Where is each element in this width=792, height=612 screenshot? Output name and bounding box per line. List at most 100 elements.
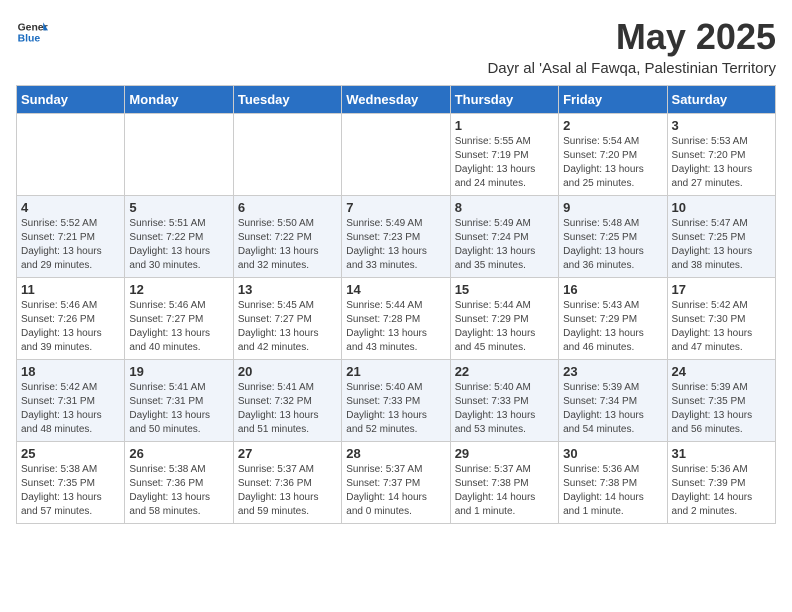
- day-info: Sunrise: 5:40 AM Sunset: 7:33 PM Dayligh…: [455, 381, 554, 437]
- calendar: SundayMondayTuesdayWednesdayThursdayFrid…: [16, 85, 776, 524]
- logo: General Blue: [16, 16, 48, 48]
- day-number: 25: [21, 446, 120, 461]
- day-cell: 3Sunrise: 5:53 AM Sunset: 7:20 PM Daylig…: [667, 114, 775, 196]
- day-number: 7: [346, 200, 445, 215]
- day-number: 22: [455, 364, 554, 379]
- day-number: 15: [455, 282, 554, 297]
- day-number: 19: [129, 364, 228, 379]
- day-number: 16: [563, 282, 662, 297]
- day-info: Sunrise: 5:40 AM Sunset: 7:33 PM Dayligh…: [346, 381, 445, 437]
- day-cell: 25Sunrise: 5:38 AM Sunset: 7:35 PM Dayli…: [17, 442, 125, 524]
- day-number: 18: [21, 364, 120, 379]
- day-number: 28: [346, 446, 445, 461]
- day-number: 6: [238, 200, 337, 215]
- month-title: May 2025: [487, 16, 776, 58]
- day-cell: 29 Sunrise: 5:37 AM Sunset: 7:38 PM Dayli…: [450, 442, 558, 524]
- day-cell: 18Sunrise: 5:42 AM Sunset: 7:31 PM Dayli…: [17, 360, 125, 442]
- day-cell: 16 Sunrise: 5:43 AM Sunset: 7:29 PM Dayli…: [559, 278, 667, 360]
- day-cell: [233, 114, 341, 196]
- day-info: Sunrise: 5:39 AM Sunset: 7:35 PM Dayligh…: [672, 381, 771, 437]
- day-cell: 19 Sunrise: 5:41 AM Sunset: 7:31 PM Dayli…: [125, 360, 233, 442]
- day-number: 29: [455, 446, 554, 461]
- day-number: 5: [129, 200, 228, 215]
- day-number: 21: [346, 364, 445, 379]
- day-info: Sunrise: 5:51 AM Sunset: 7:22 PM Dayligh…: [129, 217, 228, 273]
- day-info: Sunrise: 5:46 AM Sunset: 7:26 PM Dayligh…: [21, 299, 120, 355]
- logo-icon: General Blue: [16, 16, 48, 48]
- svg-text:Blue: Blue: [18, 34, 41, 45]
- header-saturday: Saturday: [667, 86, 775, 114]
- day-info: Sunrise: 5:46 AM Sunset: 7:27 PM Dayligh…: [129, 299, 228, 355]
- day-cell: 17 Sunrise: 5:42 AM Sunset: 7:30 PM Dayli…: [667, 278, 775, 360]
- day-number: 14: [346, 282, 445, 297]
- day-cell: 1Sunrise: 5:55 AM Sunset: 7:19 PM Daylig…: [450, 114, 558, 196]
- day-info: Sunrise: 5:52 AM Sunset: 7:21 PM Dayligh…: [21, 217, 120, 273]
- day-info: Sunrise: 5:44 AM Sunset: 7:29 PM Dayligh…: [455, 299, 554, 355]
- day-number: 17: [672, 282, 771, 297]
- header-tuesday: Tuesday: [233, 86, 341, 114]
- day-info: Sunrise: 5:37 AM Sunset: 7:38 PM Dayligh…: [455, 463, 554, 519]
- title-section: May 2025 Dayr al 'Asal al Fawqa, Palesti…: [487, 16, 776, 77]
- day-cell: 28 Sunrise: 5:37 AM Sunset: 7:37 PM Dayli…: [342, 442, 450, 524]
- day-cell: 12Sunrise: 5:46 AM Sunset: 7:27 PM Dayli…: [125, 278, 233, 360]
- day-cell: 2Sunrise: 5:54 AM Sunset: 7:20 PM Daylig…: [559, 114, 667, 196]
- day-cell: 4 Sunrise: 5:52 AM Sunset: 7:21 PM Daylig…: [17, 196, 125, 278]
- day-cell: 21 Sunrise: 5:40 AM Sunset: 7:33 PM Dayli…: [342, 360, 450, 442]
- day-number: 11: [21, 282, 120, 297]
- day-info: Sunrise: 5:39 AM Sunset: 7:34 PM Dayligh…: [563, 381, 662, 437]
- day-cell: [17, 114, 125, 196]
- day-number: 13: [238, 282, 337, 297]
- week-row-4: 18Sunrise: 5:42 AM Sunset: 7:31 PM Dayli…: [17, 360, 776, 442]
- day-number: 3: [672, 118, 771, 133]
- day-number: 31: [672, 446, 771, 461]
- day-cell: 22 Sunrise: 5:40 AM Sunset: 7:33 PM Dayli…: [450, 360, 558, 442]
- day-cell: 20 Sunrise: 5:41 AM Sunset: 7:32 PM Dayli…: [233, 360, 341, 442]
- day-cell: 30 Sunrise: 5:36 AM Sunset: 7:38 PM Dayli…: [559, 442, 667, 524]
- day-cell: 11 Sunrise: 5:46 AM Sunset: 7:26 PM Dayli…: [17, 278, 125, 360]
- week-row-1: 1Sunrise: 5:55 AM Sunset: 7:19 PM Daylig…: [17, 114, 776, 196]
- day-info: Sunrise: 5:49 AM Sunset: 7:24 PM Dayligh…: [455, 217, 554, 273]
- day-number: 2: [563, 118, 662, 133]
- location-title: Dayr al 'Asal al Fawqa, Palestinian Terr…: [487, 60, 776, 77]
- day-number: 8: [455, 200, 554, 215]
- day-number: 27: [238, 446, 337, 461]
- day-info: Sunrise: 5:37 AM Sunset: 7:37 PM Dayligh…: [346, 463, 445, 519]
- day-info: Sunrise: 5:50 AM Sunset: 7:22 PM Dayligh…: [238, 217, 337, 273]
- day-info: Sunrise: 5:41 AM Sunset: 7:32 PM Dayligh…: [238, 381, 337, 437]
- day-number: 20: [238, 364, 337, 379]
- day-cell: 8 Sunrise: 5:49 AM Sunset: 7:24 PM Daylig…: [450, 196, 558, 278]
- day-info: Sunrise: 5:41 AM Sunset: 7:31 PM Dayligh…: [129, 381, 228, 437]
- day-number: 9: [563, 200, 662, 215]
- day-info: Sunrise: 5:48 AM Sunset: 7:25 PM Dayligh…: [563, 217, 662, 273]
- day-info: Sunrise: 5:44 AM Sunset: 7:28 PM Dayligh…: [346, 299, 445, 355]
- header-row: SundayMondayTuesdayWednesdayThursdayFrid…: [17, 86, 776, 114]
- day-info: Sunrise: 5:49 AM Sunset: 7:23 PM Dayligh…: [346, 217, 445, 273]
- day-info: Sunrise: 5:36 AM Sunset: 7:38 PM Dayligh…: [563, 463, 662, 519]
- day-cell: 15 Sunrise: 5:44 AM Sunset: 7:29 PM Dayli…: [450, 278, 558, 360]
- day-info: Sunrise: 5:43 AM Sunset: 7:29 PM Dayligh…: [563, 299, 662, 355]
- day-info: Sunrise: 5:36 AM Sunset: 7:39 PM Dayligh…: [672, 463, 771, 519]
- week-row-3: 11 Sunrise: 5:46 AM Sunset: 7:26 PM Dayli…: [17, 278, 776, 360]
- day-info: Sunrise: 5:45 AM Sunset: 7:27 PM Dayligh…: [238, 299, 337, 355]
- day-info: Sunrise: 5:38 AM Sunset: 7:36 PM Dayligh…: [129, 463, 228, 519]
- day-number: 30: [563, 446, 662, 461]
- week-row-5: 25Sunrise: 5:38 AM Sunset: 7:35 PM Dayli…: [17, 442, 776, 524]
- header-sunday: Sunday: [17, 86, 125, 114]
- day-info: Sunrise: 5:37 AM Sunset: 7:36 PM Dayligh…: [238, 463, 337, 519]
- day-cell: 27 Sunrise: 5:37 AM Sunset: 7:36 PM Dayli…: [233, 442, 341, 524]
- day-number: 10: [672, 200, 771, 215]
- day-info: Sunrise: 5:42 AM Sunset: 7:30 PM Dayligh…: [672, 299, 771, 355]
- day-cell: [342, 114, 450, 196]
- day-number: 23: [563, 364, 662, 379]
- day-cell: 9 Sunrise: 5:48 AM Sunset: 7:25 PM Daylig…: [559, 196, 667, 278]
- day-cell: 24 Sunrise: 5:39 AM Sunset: 7:35 PM Dayli…: [667, 360, 775, 442]
- day-number: 26: [129, 446, 228, 461]
- day-cell: 7 Sunrise: 5:49 AM Sunset: 7:23 PM Daylig…: [342, 196, 450, 278]
- week-row-2: 4 Sunrise: 5:52 AM Sunset: 7:21 PM Daylig…: [17, 196, 776, 278]
- day-number: 4: [21, 200, 120, 215]
- day-cell: 10Sunrise: 5:47 AM Sunset: 7:25 PM Dayli…: [667, 196, 775, 278]
- day-number: 24: [672, 364, 771, 379]
- day-cell: 26 Sunrise: 5:38 AM Sunset: 7:36 PM Dayli…: [125, 442, 233, 524]
- day-info: Sunrise: 5:55 AM Sunset: 7:19 PM Dayligh…: [455, 135, 554, 191]
- day-cell: 31 Sunrise: 5:36 AM Sunset: 7:39 PM Dayli…: [667, 442, 775, 524]
